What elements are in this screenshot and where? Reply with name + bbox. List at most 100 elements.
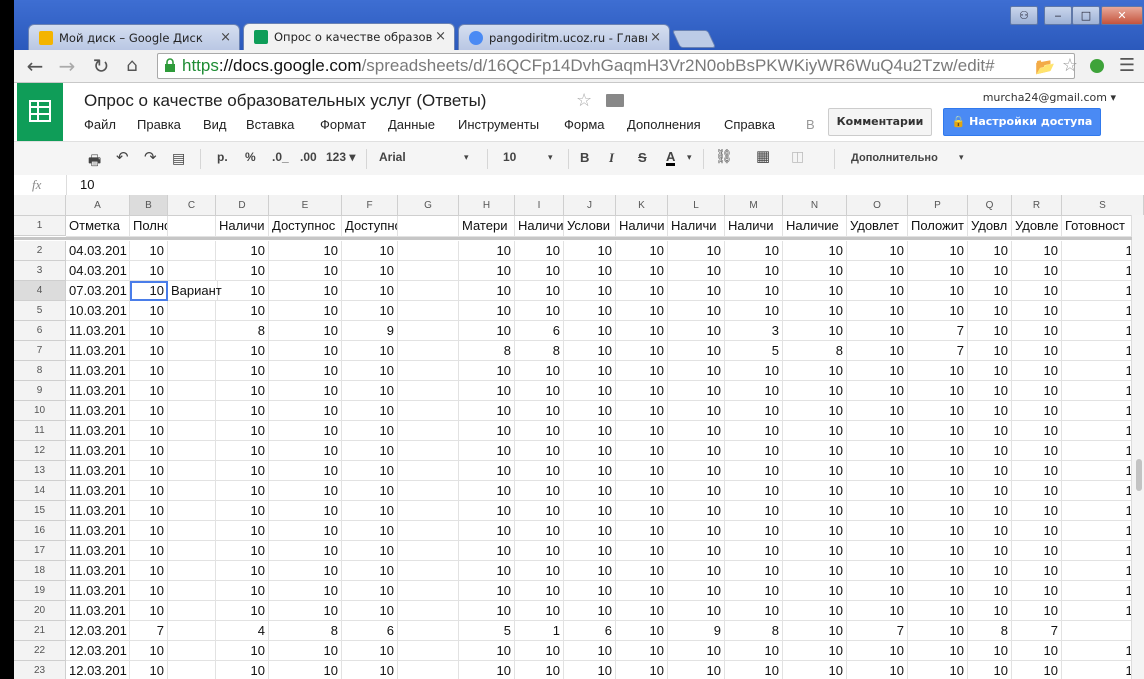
data-cell[interactable]: 10: [783, 521, 847, 541]
menu-last-edit[interactable]: В: [806, 117, 815, 132]
text-color-button[interactable]: A: [666, 150, 676, 166]
data-cell[interactable]: 10: [668, 441, 725, 461]
currency-format-button[interactable]: р.: [217, 150, 228, 164]
data-cell[interactable]: 10: [564, 361, 616, 381]
data-cell[interactable]: 10: [342, 281, 398, 301]
account-email[interactable]: murcha24@gmail.com ▾: [983, 91, 1116, 104]
row-header[interactable]: 4: [14, 281, 66, 301]
header-cell[interactable]: Наличи: [616, 216, 668, 237]
data-cell[interactable]: 10: [564, 641, 616, 661]
maximize-button[interactable]: □: [1072, 6, 1100, 25]
data-cell[interactable]: 10: [783, 321, 847, 341]
data-cell[interactable]: 10: [216, 341, 269, 361]
data-cell[interactable]: [168, 401, 216, 421]
data-cell[interactable]: 10: [564, 321, 616, 341]
data-cell[interactable]: 10: [130, 241, 168, 261]
data-cell[interactable]: 10: [269, 441, 342, 461]
data-cell[interactable]: 10: [847, 321, 908, 341]
data-cell[interactable]: 04.03.201: [66, 261, 130, 281]
data-cell[interactable]: 10: [668, 301, 725, 321]
data-cell[interactable]: 10: [515, 401, 564, 421]
data-cell[interactable]: 10: [342, 601, 398, 621]
data-cell[interactable]: 10: [783, 381, 847, 401]
row-header[interactable]: 11: [14, 421, 66, 441]
data-cell[interactable]: 10: [783, 361, 847, 381]
comments-button[interactable]: Комментарии: [828, 108, 932, 136]
data-cell[interactable]: 10: [130, 301, 168, 321]
data-cell[interactable]: 10: [342, 541, 398, 561]
percent-format-button[interactable]: %: [245, 150, 256, 164]
data-cell[interactable]: 10: [342, 241, 398, 261]
data-cell[interactable]: 11.03.201: [66, 501, 130, 521]
data-cell[interactable]: 11.03.201: [66, 581, 130, 601]
folder-icon[interactable]: 📂: [1032, 54, 1058, 80]
home-icon[interactable]: ⌂: [119, 53, 145, 79]
paint-format-icon[interactable]: ▤: [172, 150, 185, 167]
data-cell[interactable]: 10: [908, 261, 968, 281]
data-cell[interactable]: 10: [342, 661, 398, 679]
data-cell[interactable]: 10: [269, 241, 342, 261]
menu-edit[interactable]: Правка: [137, 117, 181, 132]
data-cell[interactable]: 10: [968, 601, 1012, 621]
data-cell[interactable]: [168, 501, 216, 521]
data-cell[interactable]: [168, 581, 216, 601]
data-cell[interactable]: 10: [515, 361, 564, 381]
data-cell[interactable]: 10: [847, 361, 908, 381]
data-cell[interactable]: 10: [783, 441, 847, 461]
data-cell[interactable]: 10: [130, 361, 168, 381]
data-cell[interactable]: 10: [616, 641, 668, 661]
data-cell[interactable]: 10: [908, 601, 968, 621]
scrollbar-thumb[interactable]: [1136, 459, 1142, 491]
close-tab-icon[interactable]: ×: [435, 24, 446, 50]
data-cell[interactable]: 10: [725, 281, 783, 301]
data-cell[interactable]: 10: [668, 641, 725, 661]
data-cell[interactable]: 10: [908, 641, 968, 661]
data-cell[interactable]: 10: [342, 361, 398, 381]
data-cell[interactable]: 10: [616, 501, 668, 521]
data-cell[interactable]: 10: [564, 341, 616, 361]
data-cell[interactable]: 10: [564, 661, 616, 679]
data-cell[interactable]: 10: [216, 401, 269, 421]
data-cell[interactable]: 10: [564, 581, 616, 601]
row-header[interactable]: 12: [14, 441, 66, 461]
data-cell[interactable]: 10: [342, 401, 398, 421]
data-cell[interactable]: 10: [459, 241, 515, 261]
data-cell[interactable]: 10: [1012, 441, 1062, 461]
data-cell[interactable]: 10: [269, 401, 342, 421]
data-cell[interactable]: 10: [342, 421, 398, 441]
data-cell[interactable]: 11.03.201: [66, 361, 130, 381]
data-cell[interactable]: 10: [908, 461, 968, 481]
data-cell[interactable]: 10: [459, 441, 515, 461]
data-cell[interactable]: 11.03.201: [66, 321, 130, 341]
redo-icon[interactable]: ↷: [144, 148, 157, 166]
data-cell[interactable]: 7: [908, 341, 968, 361]
data-cell[interactable]: 8: [269, 621, 342, 641]
data-cell[interactable]: 10: [269, 581, 342, 601]
data-cell[interactable]: 10: [968, 541, 1012, 561]
row-header[interactable]: 2: [14, 241, 66, 261]
data-cell[interactable]: 10: [968, 581, 1012, 601]
data-cell[interactable]: 10: [515, 381, 564, 401]
data-cell[interactable]: 10: [459, 501, 515, 521]
data-cell[interactable]: 10: [515, 641, 564, 661]
data-cell[interactable]: 11.03.201: [66, 401, 130, 421]
row-header[interactable]: 23: [14, 661, 66, 679]
data-cell[interactable]: 10: [130, 581, 168, 601]
data-cell[interactable]: 10.03.201: [66, 301, 130, 321]
data-cell[interactable]: 10: [564, 401, 616, 421]
data-cell[interactable]: 10: [1012, 241, 1062, 261]
data-cell[interactable]: 10: [130, 381, 168, 401]
data-cell[interactable]: [398, 621, 459, 641]
data-cell[interactable]: 10: [968, 421, 1012, 441]
data-cell[interactable]: 10: [269, 521, 342, 541]
data-cell[interactable]: 10: [515, 481, 564, 501]
data-cell[interactable]: 10: [342, 481, 398, 501]
data-cell[interactable]: 10: [908, 241, 968, 261]
data-cell[interactable]: 10: [783, 461, 847, 481]
print-icon[interactable]: 🖶: [88, 150, 101, 174]
data-cell[interactable]: 10: [847, 561, 908, 581]
data-cell[interactable]: 10: [515, 561, 564, 581]
data-cell[interactable]: 10: [342, 561, 398, 581]
row-header[interactable]: 6: [14, 321, 66, 341]
data-cell[interactable]: 10: [908, 361, 968, 381]
